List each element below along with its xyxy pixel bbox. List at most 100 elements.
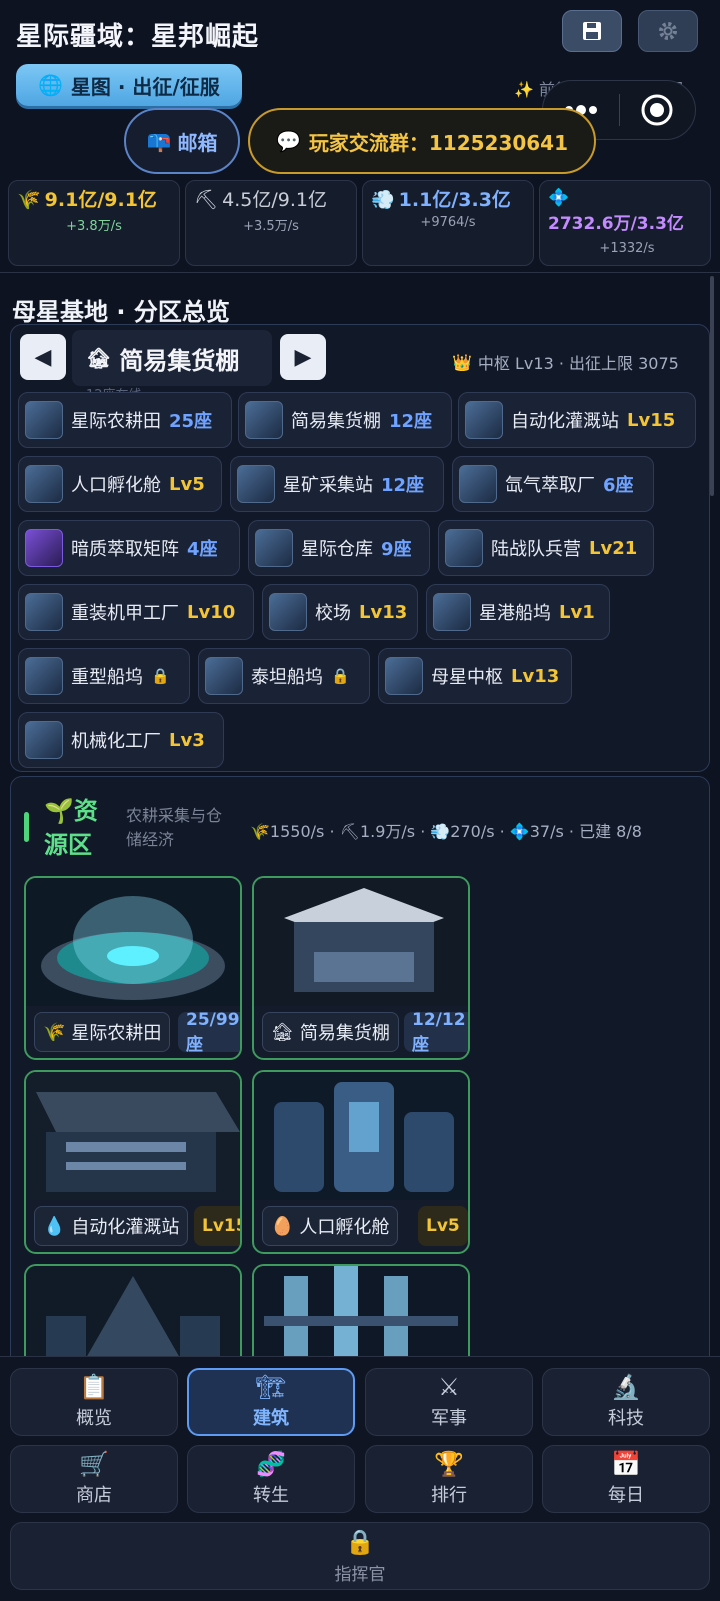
- building-thumbnail: [269, 593, 307, 631]
- crown-icon: 👑: [452, 352, 472, 372]
- tab-buildings[interactable]: 🏗 建筑: [187, 1368, 355, 1436]
- player-group-label: 玩家交流群：1125230641: [308, 130, 569, 155]
- player-group-button[interactable]: 💬 玩家交流群：1125230641: [248, 108, 596, 174]
- resource-rate: +9764/s: [420, 215, 476, 230]
- building-thumbnail: [465, 401, 503, 439]
- zone-stats: 🌾1550/s · ⛏1.9万/s · 💨270/s · 💠37/s · 已建 …: [250, 822, 642, 841]
- resource-value: 1.1亿/3.3亿: [398, 189, 511, 211]
- resource-ore: ⛏ 4.5亿/9.1亿 +3.5万/s: [185, 180, 357, 266]
- tab-label: 指挥官: [334, 1564, 386, 1585]
- building-chip[interactable]: 星港船坞 Lv1: [426, 584, 610, 640]
- building-level: Lv1: [559, 601, 595, 623]
- building-name: 校场: [315, 603, 351, 624]
- building-level: Lv21: [589, 537, 638, 559]
- building-count: 12座: [381, 475, 425, 496]
- building-name: 人口孵化舱: [71, 475, 161, 496]
- building-chip[interactable]: 泰坦船坞 🔒: [198, 648, 370, 704]
- building-chip[interactable]: 暗质萃取矩阵 4座: [18, 520, 240, 576]
- resource-rate: +3.5万/s: [243, 219, 299, 234]
- close-miniprogram-button[interactable]: [620, 80, 696, 140]
- building-chip[interactable]: 简易集货棚 12座: [238, 392, 452, 448]
- tab-label: 概览: [76, 1408, 112, 1429]
- resource-value: 9.1亿/9.1亿: [44, 189, 157, 211]
- tab-label: 排行: [431, 1485, 467, 1506]
- tab-overview[interactable]: 📋 概览: [10, 1368, 178, 1436]
- building-thumbnail: [25, 721, 63, 759]
- building-chip[interactable]: 自动化灌溉站 Lv15: [458, 392, 696, 448]
- building-count: 25座: [169, 411, 213, 432]
- building-thumbnail: [205, 657, 243, 695]
- zone-accent-bar: [24, 812, 29, 842]
- water-drop-icon: 💧: [43, 1215, 66, 1237]
- building-chip[interactable]: 重装机甲工厂 Lv10: [18, 584, 254, 640]
- starmap-label: 星图 · 出征/征服: [70, 74, 220, 99]
- section-title: 母星基地 · 分区总览: [12, 298, 230, 326]
- settings-button[interactable]: [638, 10, 698, 52]
- tab-tech[interactable]: 🔬 科技: [542, 1368, 710, 1436]
- building-card[interactable]: 💧自动化灌溉站 Lv15: [24, 1070, 242, 1254]
- tab-label: 每日: [608, 1485, 644, 1506]
- building-name: 母星中枢: [431, 667, 503, 688]
- selected-building: 🏚 简易集货棚: [72, 330, 272, 386]
- building-thumbnail: [25, 657, 63, 695]
- tab-ranking[interactable]: 🏆 排行: [365, 1445, 533, 1513]
- sprout-icon: 🌱: [44, 797, 74, 825]
- tab-commander[interactable]: 🔒 指挥官: [10, 1522, 710, 1590]
- building-chip[interactable]: 氙气萃取厂 6座: [452, 456, 654, 512]
- tab-label: 建筑: [253, 1408, 289, 1429]
- crane-icon: 🏗: [255, 1373, 287, 1401]
- zone-description: 农耕采集与仓储经济: [126, 806, 223, 849]
- tab-label: 转生: [253, 1485, 289, 1506]
- save-button[interactable]: [562, 10, 622, 52]
- building-name: 重装机甲工厂: [71, 603, 179, 624]
- building-card[interactable]: 🌾 星际农耕田 25/99 座: [24, 876, 242, 1060]
- next-building-button[interactable]: ▶: [280, 334, 326, 380]
- card-name: 自动化灌溉站: [71, 1217, 180, 1238]
- scrollbar[interactable]: [710, 276, 714, 496]
- building-count: 12座: [389, 411, 433, 432]
- building-card[interactable]: 🥚 人口孵化舱 Lv5: [252, 1070, 470, 1254]
- building-chip[interactable]: 重型船坞 🔒: [18, 648, 190, 704]
- building-level: Lv10: [187, 601, 236, 623]
- resource-value: 4.5亿/9.1亿: [222, 189, 327, 211]
- wheat-icon: 🌾: [17, 189, 41, 211]
- building-chip[interactable]: 星矿采集站 12座: [230, 456, 444, 512]
- card-label: 💧 自动化灌溉站: [34, 1206, 189, 1246]
- starmap-button[interactable]: 🌐 星图 · 出征/征服: [16, 64, 242, 106]
- pickaxe-icon: ⛏: [194, 189, 219, 211]
- dna-icon: 🧬: [256, 1450, 286, 1478]
- building-name: 星际农耕田: [71, 411, 161, 432]
- building-chip[interactable]: 母星中枢 Lv13: [378, 648, 572, 704]
- resource-gas: 💨 1.1亿/3.3亿 +9764/s: [362, 180, 534, 266]
- building-chip[interactable]: 机械化工厂 Lv3: [18, 712, 224, 768]
- building-chip[interactable]: 星际农耕田 25座: [18, 392, 232, 448]
- building-chip[interactable]: 星际仓库 9座: [248, 520, 430, 576]
- tab-shop[interactable]: 🛒 商店: [10, 1445, 178, 1513]
- shopping-cart-icon: 🛒: [79, 1450, 109, 1478]
- mailbox-button[interactable]: 📪 邮箱: [124, 108, 240, 174]
- tab-label: 商店: [76, 1485, 112, 1506]
- tab-daily[interactable]: 📅 每日: [542, 1445, 710, 1513]
- gas-extractor-image: [254, 1266, 468, 1356]
- card-label: 🌾 星际农耕田: [34, 1012, 171, 1052]
- irrigation-station-image: [26, 1072, 240, 1200]
- tab-rebirth[interactable]: 🧬 转生: [187, 1445, 355, 1513]
- building-thumbnail: [433, 593, 471, 631]
- building-chip[interactable]: 校场 Lv13: [262, 584, 418, 640]
- tab-military[interactable]: ⚔ 军事: [365, 1368, 533, 1436]
- zone-title: 🌱资源区: [44, 794, 108, 862]
- gas-icon: 💨: [371, 189, 395, 211]
- prev-building-button[interactable]: ◀: [20, 334, 66, 380]
- building-card[interactable]: [24, 1264, 242, 1356]
- building-card[interactable]: 🏚 简易集货棚 12/12 座: [252, 876, 470, 1060]
- building-level: Lv13: [511, 665, 560, 687]
- building-thumbnail: [459, 465, 497, 503]
- building-chip[interactable]: 陆战队兵营 Lv21: [438, 520, 654, 576]
- chat-bubble-icon: 💬: [275, 129, 301, 153]
- building-level: Lv15: [627, 409, 676, 431]
- building-chip[interactable]: 人口孵化舱 Lv5: [18, 456, 222, 512]
- building-level: Lv13: [359, 601, 408, 623]
- target-icon: [641, 94, 673, 126]
- building-name: 陆战队兵营: [491, 539, 581, 560]
- building-card[interactable]: [252, 1264, 470, 1356]
